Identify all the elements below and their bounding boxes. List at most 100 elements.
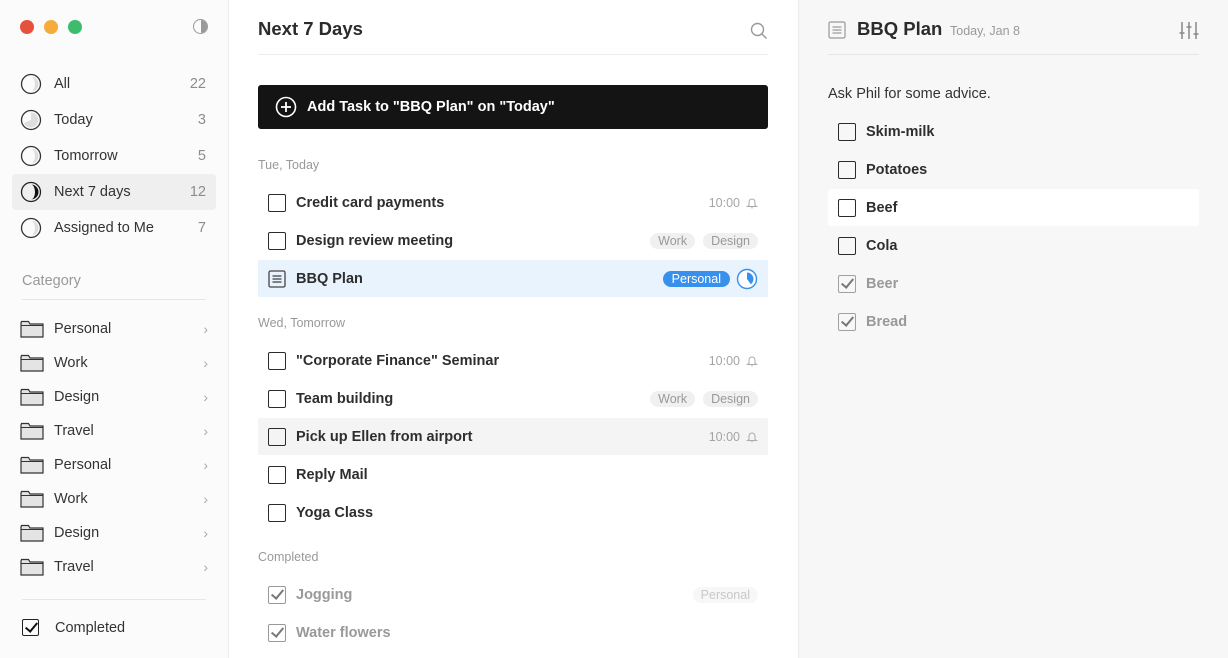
checkbox[interactable]: [268, 351, 286, 370]
divider: [828, 54, 1199, 55]
tag-badge[interactable]: Work: [650, 232, 696, 249]
section-header: Tue, Today: [258, 158, 320, 172]
checkbox[interactable]: [838, 160, 856, 179]
folder-icon: [20, 354, 44, 372]
checkbox[interactable]: [268, 465, 286, 484]
subtask-row[interactable]: Beef: [828, 189, 1199, 226]
minimize-window-button[interactable]: [44, 20, 58, 34]
category-label: Travel: [54, 423, 94, 439]
folder-icon: [20, 422, 44, 440]
detail-pane: BBQ Plan Today, Jan 8 Ask Phil for some …: [798, 0, 1228, 658]
task-title: Design review meeting: [296, 232, 454, 249]
task-row[interactable]: "Corporate Finance" Seminar 10:00: [258, 342, 768, 379]
checkbox[interactable]: [268, 427, 286, 446]
subtask-label: Bread: [866, 313, 908, 330]
sidebar-category-travel[interactable]: Travel ›: [12, 550, 216, 584]
subtask-label: Beef: [866, 199, 898, 216]
checkbox[interactable]: [268, 231, 286, 250]
chevron-right-icon: ›: [203, 355, 208, 371]
folder-icon: [20, 456, 44, 474]
contrast-icon[interactable]: [193, 19, 208, 34]
sidebar-item-tomorrow[interactable]: Tomorrow 5: [12, 138, 216, 174]
zoom-window-button[interactable]: [68, 20, 82, 34]
checkbox[interactable]: [268, 193, 286, 212]
add-task-button[interactable]: Add Task to "BBQ Plan" on "Today": [258, 85, 768, 129]
sidebar-category-travel[interactable]: Travel ›: [12, 414, 216, 448]
folder-icon: [20, 320, 44, 338]
folder-icon: [20, 490, 44, 508]
sidebar-category-design[interactable]: Design ›: [12, 380, 216, 414]
sidebar-item-all[interactable]: All 22: [12, 66, 216, 102]
sidebar-item-today[interactable]: Today 3: [12, 102, 216, 138]
subtask-row[interactable]: Skim-milk: [828, 113, 1199, 150]
sidebar-item-assigned-to-me[interactable]: Assigned to Me 7: [12, 210, 216, 246]
smart-list: All 22 Today 3 Tomorrow 5 Next 7 days 12…: [12, 66, 216, 246]
task-note[interactable]: Ask Phil for some advice.: [828, 86, 991, 102]
category-label: Personal: [54, 457, 112, 473]
checkbox-checked[interactable]: [22, 619, 39, 636]
sidebar-category-work[interactable]: Work ›: [12, 482, 216, 516]
section-header: Wed, Tomorrow: [258, 316, 346, 330]
divider: [22, 299, 206, 300]
tag-badge[interactable]: Personal: [662, 270, 730, 287]
checkbox-checked[interactable]: [838, 274, 856, 293]
sidebar: All 22 Today 3 Tomorrow 5 Next 7 days 12…: [0, 0, 229, 658]
add-task-label: Add Task to "BBQ Plan" on "Today": [307, 99, 555, 115]
pie-progress-icon: [20, 217, 42, 239]
task-row[interactable]: Jogging Personal: [258, 576, 768, 613]
detail-date[interactable]: Today, Jan 8: [950, 24, 1020, 38]
subtask-row[interactable]: Beer: [828, 265, 1199, 302]
sidebar-category-design[interactable]: Design ›: [12, 516, 216, 550]
pie-progress-icon: [20, 73, 42, 95]
checkbox[interactable]: [838, 198, 856, 217]
task-row[interactable]: Reply Mail: [258, 456, 768, 493]
checkbox[interactable]: [838, 236, 856, 255]
subtask-label: Potatoes: [866, 161, 928, 178]
tag-badge[interactable]: Design: [703, 390, 758, 407]
task-row[interactable]: Pick up Ellen from airport 10:00: [258, 418, 768, 455]
chevron-right-icon: ›: [203, 321, 208, 337]
category-label: Personal: [54, 321, 112, 337]
sidebar-category-personal[interactable]: Personal ›: [12, 448, 216, 482]
pie-progress-icon: [20, 145, 42, 167]
search-icon[interactable]: [750, 22, 768, 40]
tag-badge[interactable]: Work: [650, 390, 696, 407]
checkbox[interactable]: [268, 389, 286, 408]
category-label: Travel: [54, 559, 94, 575]
subtask-row[interactable]: Cola: [828, 227, 1199, 264]
checkbox[interactable]: [838, 122, 856, 141]
task-row[interactable]: Water flowers: [258, 614, 768, 651]
sidebar-category-personal[interactable]: Personal ›: [12, 312, 216, 346]
subtask-label: Skim-milk: [866, 123, 935, 140]
note-icon: [268, 269, 286, 288]
tag-badge[interactable]: Personal: [692, 586, 758, 603]
sidebar-category-work[interactable]: Work ›: [12, 346, 216, 380]
tag-badge[interactable]: Design: [703, 232, 758, 249]
task-row[interactable]: Yoga Class: [258, 494, 768, 531]
folder-icon: [20, 558, 44, 576]
task-row[interactable]: Credit card payments 10:00: [258, 184, 768, 221]
show-completed-toggle[interactable]: Completed: [22, 619, 125, 636]
task-row[interactable]: Team building Work Design: [258, 380, 768, 417]
task-list-pane: Next 7 Days Add Task to "BBQ Plan" on "T…: [230, 0, 798, 658]
sidebar-item-label: All: [54, 76, 71, 92]
task-row[interactable]: Design review meeting Work Design: [258, 222, 768, 259]
show-completed-label: Completed: [55, 619, 126, 636]
settings-sliders-icon[interactable]: [1179, 21, 1199, 40]
checkbox-checked[interactable]: [268, 585, 286, 604]
close-window-button[interactable]: [20, 20, 34, 34]
sidebar-item-count: 7: [197, 220, 206, 236]
task-title: Water flowers: [296, 624, 391, 641]
checkbox-checked[interactable]: [838, 312, 856, 331]
sidebar-item-next-7-days[interactable]: Next 7 days 12: [12, 174, 216, 210]
subtask-row[interactable]: Potatoes: [828, 151, 1199, 188]
detail-title: BBQ Plan: [857, 18, 943, 39]
checkbox[interactable]: [268, 503, 286, 522]
note-icon: [828, 21, 846, 39]
task-row[interactable]: BBQ Plan Personal: [258, 260, 768, 297]
page-title: Next 7 Days: [258, 18, 363, 39]
folder-icon: [20, 524, 44, 542]
checkbox-checked[interactable]: [268, 623, 286, 642]
task-title: Yoga Class: [296, 504, 374, 521]
subtask-row[interactable]: Bread: [828, 303, 1199, 340]
